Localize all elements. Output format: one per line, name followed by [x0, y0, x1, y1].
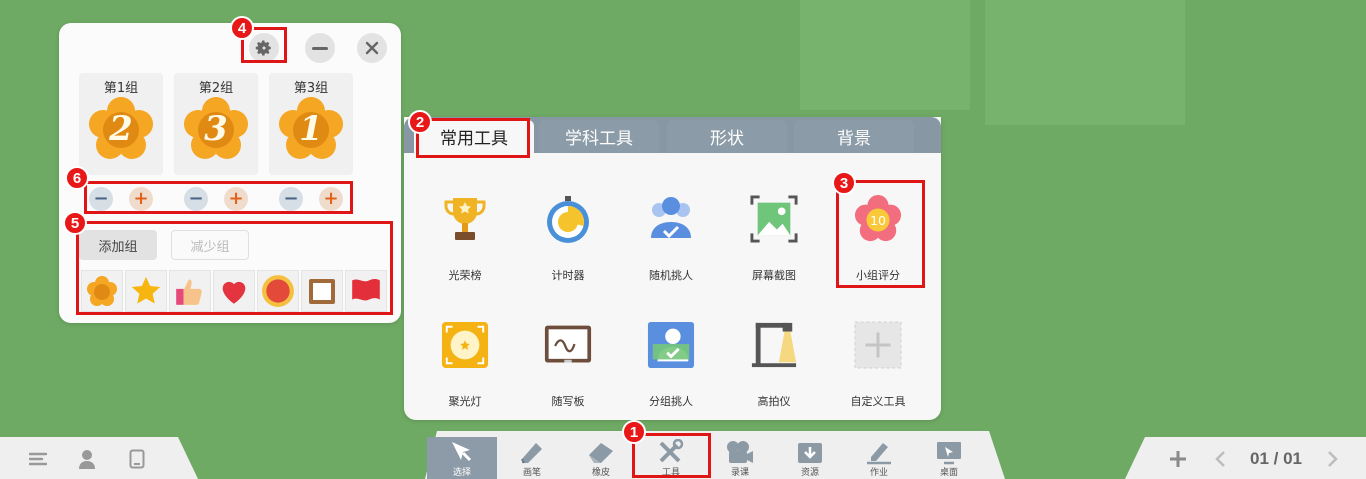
button-label: 作业 [869, 468, 888, 478]
annotation-badge: 4 [230, 16, 254, 40]
random-pick-icon [647, 193, 695, 245]
eraser-button[interactable]: 橡皮 [566, 437, 636, 479]
tab-shapes[interactable]: 形状 [667, 120, 787, 153]
group-pick-icon [647, 319, 695, 371]
desktop-button[interactable]: 桌面 [914, 437, 984, 479]
tool-label: 聚光灯 [448, 395, 482, 408]
tool-label: 自定义工具 [850, 395, 906, 408]
cursor-icon [447, 439, 477, 465]
prev-page-button[interactable] [1210, 449, 1230, 469]
add-page-button[interactable] [1168, 449, 1188, 469]
eraser-icon [586, 439, 616, 465]
tool-custom[interactable]: 自定义工具 [833, 319, 923, 419]
tool-label: 随写板 [551, 395, 585, 408]
chevron-left-icon [1215, 451, 1225, 467]
tool-random-pick[interactable]: 随机挑人 [626, 193, 716, 293]
group-score: 3 [204, 109, 228, 149]
annotation-badge: 1 [622, 420, 646, 444]
pen-button[interactable]: 画笔 [497, 437, 567, 479]
spotlight-icon [441, 319, 489, 371]
homework-button[interactable]: 作业 [844, 437, 914, 479]
button-label: 资源 [800, 468, 819, 478]
tab-backgrounds[interactable]: 背景 [794, 120, 914, 153]
menu-button[interactable] [28, 449, 48, 469]
highlight-score-buttons [84, 181, 353, 214]
tablet-icon [129, 449, 145, 469]
button-label: 橡皮 [591, 468, 610, 478]
group-score: 2 [109, 109, 133, 149]
close-button[interactable] [357, 33, 387, 63]
close-icon [365, 41, 379, 55]
button-label: 桌面 [939, 468, 958, 478]
group-card-2: 第2组 3 [174, 73, 258, 175]
tool-screenshot[interactable]: 屏幕截图 [729, 193, 819, 293]
user-icon [79, 450, 95, 469]
menu-icon [29, 452, 47, 466]
group-name: 第1组 [103, 81, 139, 96]
annotation-badge: 3 [832, 171, 856, 195]
annotation-badge: 6 [65, 166, 89, 190]
resource-button[interactable]: 资源 [775, 437, 845, 479]
highlight-reward-area [76, 221, 393, 315]
tab-subject-tools[interactable]: 学科工具 [539, 120, 659, 153]
tool-label: 光荣榜 [448, 269, 482, 282]
pen-icon [517, 439, 547, 465]
timer-icon [544, 193, 592, 245]
tool-label: 高拍仪 [757, 395, 791, 408]
group-name: 第2组 [198, 81, 234, 96]
highlight-common-tools-tab [416, 118, 530, 158]
button-label: 画笔 [522, 468, 541, 478]
tool-group-pick[interactable]: 分组挑人 [626, 319, 716, 419]
button-label: 选择 [452, 468, 471, 478]
tool-label: 随机挑人 [649, 269, 693, 282]
highlight-group-score-tool [836, 180, 925, 288]
record-button[interactable]: 录课 [705, 437, 775, 479]
background-shape [985, 0, 1185, 125]
annotation-badge: 2 [408, 110, 432, 134]
tool-label: 计时器 [551, 269, 585, 282]
page-indicator: 01 / 01 [1250, 449, 1302, 468]
background-shape [800, 0, 970, 110]
screenshot-icon [750, 193, 798, 245]
tool-writing-board[interactable]: 随写板 [523, 319, 613, 419]
tool-spotlight[interactable]: 聚光灯 [420, 319, 510, 419]
chevron-right-icon [1328, 451, 1338, 467]
trophy-icon [441, 193, 489, 245]
tool-timer[interactable]: 计时器 [523, 193, 613, 293]
homework-icon [864, 439, 894, 465]
desktop-icon [934, 439, 964, 465]
minus-icon [312, 46, 328, 50]
group-name: 第3组 [293, 81, 329, 96]
button-label: 录课 [730, 468, 749, 478]
writing-board-icon [544, 319, 592, 371]
document-camera-icon [750, 319, 798, 371]
add-icon [854, 319, 902, 371]
select-button[interactable]: 选择 [427, 437, 497, 479]
next-page-button[interactable] [1323, 449, 1343, 469]
tool-document-camera[interactable]: 高拍仪 [729, 319, 819, 419]
group-score: 1 [299, 109, 323, 149]
tool-honor-board[interactable]: 光荣榜 [420, 193, 510, 293]
tool-label: 屏幕截图 [752, 269, 796, 282]
tool-label: 分组挑人 [649, 395, 693, 408]
resource-icon [795, 439, 825, 465]
group-card-3: 第3组 1 [269, 73, 353, 175]
annotation-badge: 5 [63, 211, 87, 235]
plus-icon [1170, 451, 1186, 467]
highlight-tools-button [632, 433, 711, 478]
video-camera-icon [725, 439, 755, 465]
group-card-1: 第1组 2 [79, 73, 163, 175]
minimize-button[interactable] [305, 33, 335, 63]
tablet-button[interactable] [127, 449, 147, 469]
user-button[interactable] [77, 449, 97, 469]
